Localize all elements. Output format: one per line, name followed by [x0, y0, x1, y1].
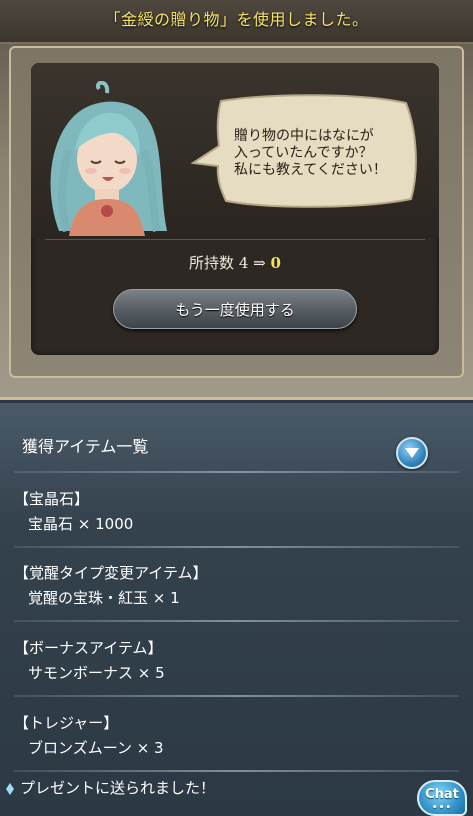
acquired-items-header: 獲得アイテム一覧	[0, 403, 473, 471]
section-title: 【覚醒タイプ変更アイテム】	[14, 564, 208, 582]
item-count: 所持数 4 ⇒ 0	[31, 251, 439, 275]
chat-dots: •••	[431, 803, 453, 813]
item-section: 【宝晶石】 宝晶石 × 1000	[14, 489, 459, 534]
item-section: 【ボーナスアイテム】 サモンボーナス × 5	[14, 638, 459, 683]
acquired-items-panel: 獲得アイテム一覧 【宝晶石】 宝晶石 × 1000 【覚醒タイプ変更アイテム】 …	[0, 403, 473, 816]
chevron-down-icon	[405, 448, 419, 458]
dialog-content: 贈り物の中にはなにが 入っていたんですか？ 私にも教えてください！ 所持数 4 …	[31, 63, 439, 355]
section-title: 【トレジャー】	[14, 714, 119, 732]
speech-line: 入っていたんですか？	[234, 145, 373, 161]
chat-button[interactable]: Chat •••	[417, 780, 467, 816]
character-portrait	[50, 81, 167, 236]
count-label: 所持数	[189, 254, 235, 272]
chat-label: Chat	[425, 787, 459, 802]
count-old: 4	[238, 254, 249, 272]
collapse-button[interactable]	[396, 437, 428, 469]
diamond-icon	[6, 782, 14, 795]
speech-line: 私にも教えてください！	[234, 162, 387, 178]
speech-text: 贈り物の中にはなにが 入っていたんですか？ 私にも教えてください！	[234, 128, 424, 179]
divider	[14, 770, 459, 772]
divider	[14, 546, 459, 548]
portrait-area: 贈り物の中にはなにが 入っていたんですか？ 私にも教えてください！	[31, 63, 439, 238]
dialog-title-bar: 「金綬の贈り物」を使用しました。	[0, 0, 473, 44]
dialog-title: 「金綬の贈り物」を使用しました。	[104, 10, 369, 29]
present-notice-text: プレゼントに送られました！	[20, 779, 216, 797]
section-item: サモンボーナス × 5	[28, 664, 165, 682]
divider	[14, 695, 459, 697]
divider	[45, 239, 425, 240]
count-new: 0	[270, 254, 281, 272]
section-item: 宝晶石 × 1000	[28, 515, 134, 533]
speech-line: 贈り物の中にはなにが	[234, 128, 374, 144]
item-section: 【トレジャー】 ブロンズムーン × 3	[14, 713, 459, 758]
section-item: ブロンズムーン × 3	[28, 739, 164, 757]
count-arrow: ⇒	[253, 254, 266, 272]
section-title: 【ボーナスアイテム】	[14, 639, 163, 657]
section-item: 覚醒の宝珠・紅玉 × 1	[28, 589, 180, 607]
acquired-items-title: 獲得アイテム一覧	[22, 437, 149, 456]
present-notice: プレゼントに送られました！	[6, 777, 306, 799]
section-title: 【宝晶石】	[14, 490, 90, 508]
use-again-button[interactable]: もう一度使用する	[113, 289, 357, 329]
divider	[14, 620, 459, 622]
divider	[14, 471, 459, 473]
item-section: 【覚醒タイプ変更アイテム】 覚醒の宝珠・紅玉 × 1	[14, 563, 459, 608]
result-dialog: 「金綬の贈り物」を使用しました。 贈り物の中にはなにが 入っていたんですか？ 私…	[0, 0, 473, 400]
